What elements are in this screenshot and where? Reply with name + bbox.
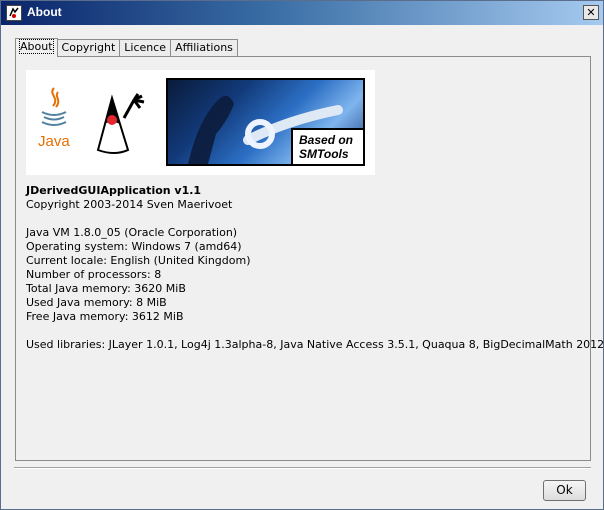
- smtools-line2: SMTools: [299, 147, 349, 161]
- window-title: About: [27, 5, 62, 19]
- processors-text: Number of processors: 8: [26, 268, 162, 281]
- tab-licence[interactable]: Licence: [119, 39, 172, 57]
- tab-label: Licence: [124, 41, 167, 54]
- tab-label: Affiliations: [175, 41, 233, 54]
- java-logo-text: Java: [38, 133, 70, 150]
- os-text: Operating system: Windows 7 (amd64): [26, 240, 242, 253]
- about-info: JDerivedGUIApplication v1.1 Copyright 20…: [26, 184, 604, 352]
- title-bar: About ✕: [1, 1, 603, 25]
- app-icon: [6, 5, 22, 21]
- total-memory-text: Total Java memory: 3620 MiB: [26, 282, 186, 295]
- duke-mascot-icon: [94, 90, 152, 158]
- locale-text: Current locale: English (United Kingdom): [26, 254, 251, 267]
- java-logo-icon: Java: [36, 84, 72, 154]
- about-dialog: About ✕ About Copyright Licence Affiliat…: [0, 0, 604, 510]
- about-panel: Java Based on SMTools JDerivedGUIApplica…: [15, 56, 604, 461]
- close-icon: ✕: [586, 6, 596, 19]
- smtools-wrench-icon: Based on SMTools: [166, 78, 365, 166]
- divider: [14, 467, 591, 469]
- application-title: JDerivedGUIApplication v1.1: [26, 184, 202, 197]
- tab-copyright[interactable]: Copyright: [56, 39, 121, 57]
- close-button[interactable]: ✕: [583, 5, 599, 20]
- tab-affiliations[interactable]: Affiliations: [170, 39, 238, 57]
- logo-banner: Java Based on SMTools: [26, 70, 375, 175]
- libraries-text: Used libraries: JLayer 1.0.1, Log4j 1.3a…: [26, 338, 604, 351]
- tab-label: Copyright: [61, 41, 116, 54]
- java-vm-text: Java VM 1.8.0_05 (Oracle Corporation): [26, 226, 238, 239]
- tab-bar: About Copyright Licence Affiliations: [15, 38, 238, 57]
- free-memory-text: Free Java memory: 3612 MiB: [26, 310, 184, 323]
- smtools-badge: Based on SMTools: [291, 128, 363, 164]
- tab-label: About: [19, 39, 54, 54]
- tab-about[interactable]: About: [15, 38, 58, 57]
- used-memory-text: Used Java memory: 8 MiB: [26, 296, 167, 309]
- copyright-text: Copyright 2003-2014 Sven Maerivoet: [26, 198, 233, 211]
- smtools-line1: Based on: [299, 133, 354, 147]
- ok-button[interactable]: Ok: [543, 480, 586, 501]
